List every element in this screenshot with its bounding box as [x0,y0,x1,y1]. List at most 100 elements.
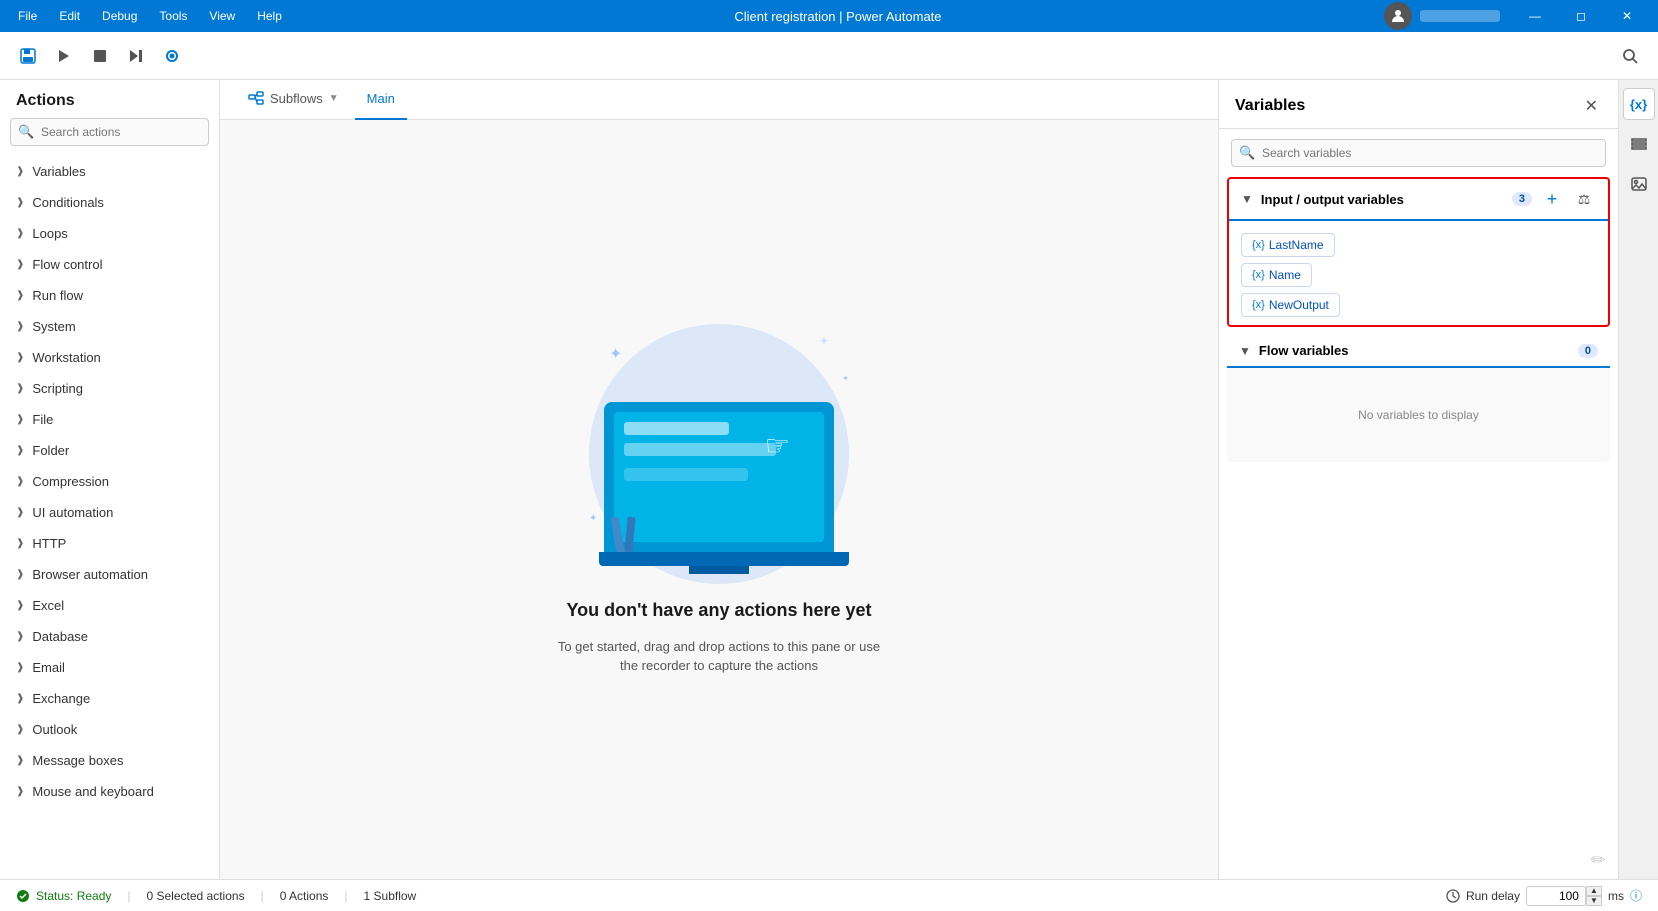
action-item-loops[interactable]: ❱ Loops [0,218,219,249]
run-delay-increment[interactable]: ▲ [1586,886,1602,896]
menu-view[interactable]: View [199,5,245,27]
action-item-email[interactable]: ❱ Email [0,652,219,683]
action-item-conditionals[interactable]: ❱ Conditionals [0,187,219,218]
close-button[interactable]: ✕ [1604,0,1650,32]
input-output-section-header[interactable]: ▼ Input / output variables 3 + ⚖ [1229,179,1608,219]
search-icon: 🔍 [18,124,34,140]
variables-spacer [1219,470,1618,842]
sparkle-icon: ✦ [842,374,849,383]
variables-toggle-button[interactable]: {x} [1623,88,1655,120]
flow-variables-section: ▼ Flow variables 0 No variables to displ… [1227,335,1610,462]
minimize-button[interactable]: — [1512,0,1558,32]
menu-tools[interactable]: Tools [149,5,197,27]
variables-footer: ✏ [1219,842,1618,879]
action-item-compression[interactable]: ❱ Compression [0,466,219,497]
action-item-scripting[interactable]: ❱ Scripting [0,373,219,404]
sparkle-icon: ✦ [609,344,622,364]
variables-title: Variables [1235,97,1581,115]
variable-icon: {x} [1252,239,1265,251]
variables-panel: Variables ✕ 🔍 ▼ Input / output variables… [1218,80,1618,879]
chevron-icon: ❱ [16,259,24,270]
action-item-file[interactable]: ❱ File [0,404,219,435]
action-item-outlook[interactable]: ❱ Outlook [0,714,219,745]
chevron-icon: ❱ [16,197,24,208]
tab-main[interactable]: Main [355,80,407,120]
image-button[interactable] [1623,168,1655,200]
menu-help[interactable]: Help [247,5,292,27]
run-delay-input[interactable] [1526,886,1586,906]
search-variables-input[interactable] [1231,139,1606,167]
action-item-exchange[interactable]: ❱ Exchange [0,683,219,714]
add-variable-button[interactable]: + [1540,187,1564,211]
action-label: Conditionals [32,195,104,210]
tab-subflows[interactable]: Subflows ▼ [236,80,351,120]
chevron-icon: ❱ [16,755,24,766]
action-label: Loops [32,226,67,241]
action-label: Run flow [32,288,83,303]
clear-icon[interactable]: ✏ [1591,850,1606,871]
run-delay-spinner: ▲ ▼ [1586,886,1602,906]
action-label: System [32,319,75,334]
menu-bar: File Edit Debug Tools View Help [8,5,292,27]
action-item-workstation[interactable]: ❱ Workstation [0,342,219,373]
filter-variables-button[interactable]: ⚖ [1572,187,1596,211]
info-icon[interactable]: ⓘ [1630,887,1642,904]
stop-button[interactable] [84,40,116,72]
actions-search-container: 🔍 [10,118,209,146]
variable-name: NewOutput [1269,298,1329,312]
action-item-mouse-keyboard[interactable]: ❱ Mouse and keyboard [0,776,219,807]
action-item-folder[interactable]: ❱ Folder [0,435,219,466]
variable-item-lastname[interactable]: {x} LastName [1241,233,1335,257]
window-controls: — ◻ ✕ [1512,0,1650,32]
action-label: Compression [32,474,109,489]
action-label: Excel [32,598,64,613]
action-item-excel[interactable]: ❱ Excel [0,590,219,621]
action-item-browser-automation[interactable]: ❱ Browser automation [0,559,219,590]
menu-edit[interactable]: Edit [49,5,90,27]
flow-variables-header[interactable]: ▼ Flow variables 0 [1227,335,1610,366]
next-step-button[interactable] [120,40,152,72]
variable-item-name[interactable]: {x} Name [1241,263,1312,287]
input-output-count-badge: 3 [1512,192,1532,206]
chevron-icon: ❱ [16,600,24,611]
save-button[interactable] [12,40,44,72]
user-avatar[interactable] [1384,2,1412,30]
chevron-icon: ❱ [16,352,24,363]
far-right-panel: {x} [1618,80,1658,879]
action-item-flow-control[interactable]: ❱ Flow control [0,249,219,280]
run-delay-container: Run delay ▲ ▼ ms ⓘ [1446,886,1642,906]
actions-count: 0 Actions [280,889,329,903]
variable-item-newoutput[interactable]: {x} NewOutput [1241,293,1340,317]
status-text: Status: Ready [36,889,111,903]
search-actions-input[interactable] [10,118,209,146]
input-output-title: Input / output variables [1261,192,1504,207]
maximize-button[interactable]: ◻ [1558,0,1604,32]
action-item-ui-automation[interactable]: ❱ UI automation [0,497,219,528]
action-item-database[interactable]: ❱ Database [0,621,219,652]
selected-actions-count: 0 Selected actions [147,889,245,903]
run-delay-unit: ms [1608,889,1624,903]
action-item-message-boxes[interactable]: ❱ Message boxes [0,745,219,776]
action-item-system[interactable]: ❱ System [0,311,219,342]
menu-file[interactable]: File [8,5,47,27]
variables-close-button[interactable]: ✕ [1581,92,1602,120]
record-button[interactable] [156,40,188,72]
empty-state-title: You don't have any actions here yet [566,600,871,621]
empty-state-illustration: ✦ ✦ ✦ ✦ ☞ [579,324,859,584]
subflows-tab-label: Subflows [270,91,323,106]
variable-icon: {x} [1252,269,1265,281]
action-label: Variables [32,164,85,179]
action-item-variables[interactable]: ❱ Variables [0,156,219,187]
layers-button[interactable] [1623,128,1655,160]
action-item-run-flow[interactable]: ❱ Run flow [0,280,219,311]
toolbar-search-button[interactable] [1614,40,1646,72]
empty-state-description: To get started, drag and drop actions to… [549,637,889,676]
action-item-http[interactable]: ❱ HTTP [0,528,219,559]
chevron-icon: ❱ [16,383,24,394]
action-label: Folder [32,443,69,458]
action-label: Flow control [32,257,102,272]
run-button[interactable] [48,40,80,72]
actions-panel: Actions 🔍 ❱ Variables ❱ Conditionals ❱ L… [0,80,220,879]
run-delay-decrement[interactable]: ▼ [1586,896,1602,906]
menu-debug[interactable]: Debug [92,5,147,27]
